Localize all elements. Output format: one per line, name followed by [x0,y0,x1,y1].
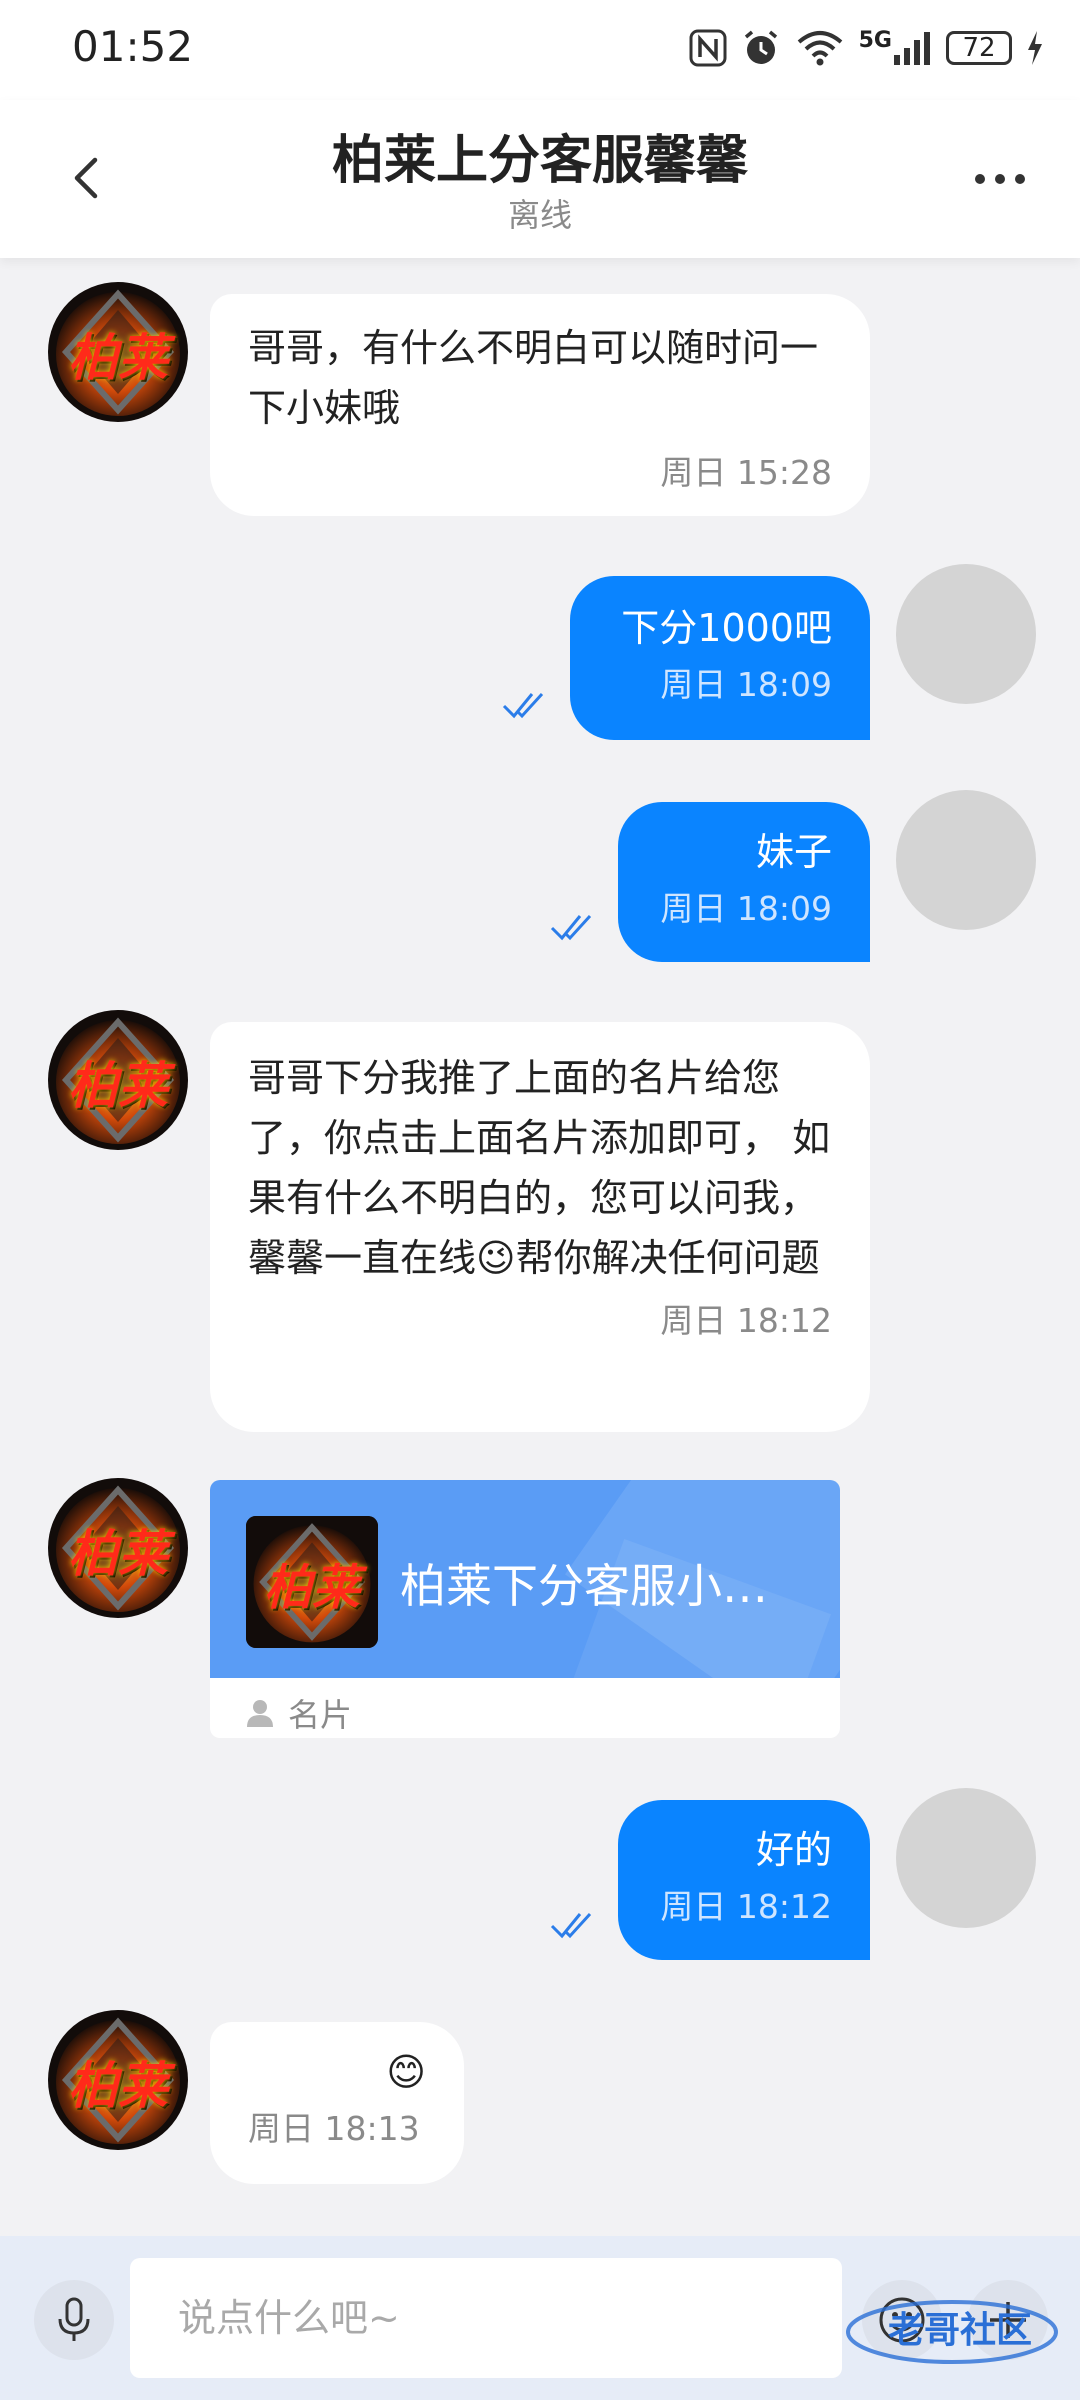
chat-title: 柏莱上分客服馨馨 [331,131,748,191]
message-time: 周日 18:09 [660,889,832,928]
message-time: 周日 18:13 [248,2109,420,2148]
message-time: 周日 18:09 [660,665,832,704]
message-bubble-incoming[interactable]: 哥哥下分我推了上面的名片给您了，你点击上面名片添加即可， 如果有什么不明白的，您… [210,1022,870,1432]
message-text: 哥哥，有什么不明白可以随时问一下小妹哦 [248,326,819,430]
read-receipt-icon [550,914,592,941]
message-bubble-outgoing[interactable]: 下分1000吧 周日 18:09 [570,576,870,740]
charging-icon [1026,28,1044,68]
status-icons: 5G 72 [689,28,1044,68]
alarm-icon [741,28,781,68]
avatar-logo-text: 柏莱 [68,1525,168,1583]
contact-avatar[interactable]: 柏莱 [48,282,188,422]
battery-icon: 72 [946,28,1012,68]
signal-type-label: 5G [858,27,892,53]
card-type-label: 名片 [246,1690,352,1736]
read-receipt-icon [550,1912,592,1939]
message-bubble-incoming[interactable]: 哥哥，有什么不明白可以随时问一下小妹哦 周日 15:28 [210,294,870,516]
my-avatar[interactable] [896,790,1036,930]
my-avatar[interactable] [896,564,1036,704]
message-text: 哥哥下分我推了上面的名片给您了，你点击上面名片添加即可， 如果有什么不明白的，您… [248,1056,831,1280]
message-text: 😊 [386,2050,426,2094]
contact-avatar[interactable]: 柏莱 [48,1010,188,1150]
contact-avatar[interactable]: 柏莱 [48,2010,188,2150]
mic-icon [58,2297,90,2341]
message-bubble-incoming[interactable]: 😊 周日 18:13 [210,2022,464,2184]
more-button[interactable] [960,154,1040,204]
message-input[interactable] [130,2258,842,2378]
message-bubble-outgoing[interactable]: 妹子 周日 18:09 [618,802,870,962]
card-avatar: 柏莱 [246,1516,378,1648]
watermark-text: 老哥社区 [888,2310,1032,2351]
message-text: 好的 [755,1828,832,1872]
watermark-logo: 老哥社区 [842,2286,1062,2376]
voice-button[interactable] [34,2280,114,2360]
wifi-icon [795,28,845,68]
signal-icon: 5G [859,28,932,68]
message-text: 下分1000吧 [621,606,832,650]
card-contact-name: 柏莱下分客服小… [400,1559,768,1613]
message-time: 周日 15:28 [660,453,832,492]
avatar-logo-text: 柏莱 [263,1560,360,1616]
message-bubble-outgoing[interactable]: 好的 周日 18:12 [618,1800,870,1960]
person-icon [247,1700,273,1727]
message-text: 妹子 [755,830,832,874]
chat-header: 柏莱上分客服馨馨 离线 [0,100,1080,258]
avatar-logo-text: 柏莱 [68,2057,168,2115]
nfc-icon [689,28,727,68]
avatar-logo-text: 柏莱 [68,329,168,387]
card-header: 柏莱 柏莱下分客服小… [210,1480,840,1678]
contact-card[interactable]: 柏莱 柏莱下分客服小… 名片 [210,1480,840,1738]
more-icon [975,174,985,184]
battery-level: 72 [946,31,1012,65]
my-avatar[interactable] [896,1788,1036,1928]
online-status: 离线 [507,196,572,234]
contact-avatar[interactable]: 柏莱 [48,1478,188,1618]
status-time: 01:52 [72,22,194,71]
message-time: 周日 18:12 [660,1301,832,1340]
message-time: 周日 18:12 [660,1887,832,1926]
card-type-text: 名片 [288,1696,353,1734]
status-bar: 01:52 5G 72 [0,0,1080,100]
avatar-logo-text: 柏莱 [68,1057,168,1115]
read-receipt-icon [502,692,544,719]
